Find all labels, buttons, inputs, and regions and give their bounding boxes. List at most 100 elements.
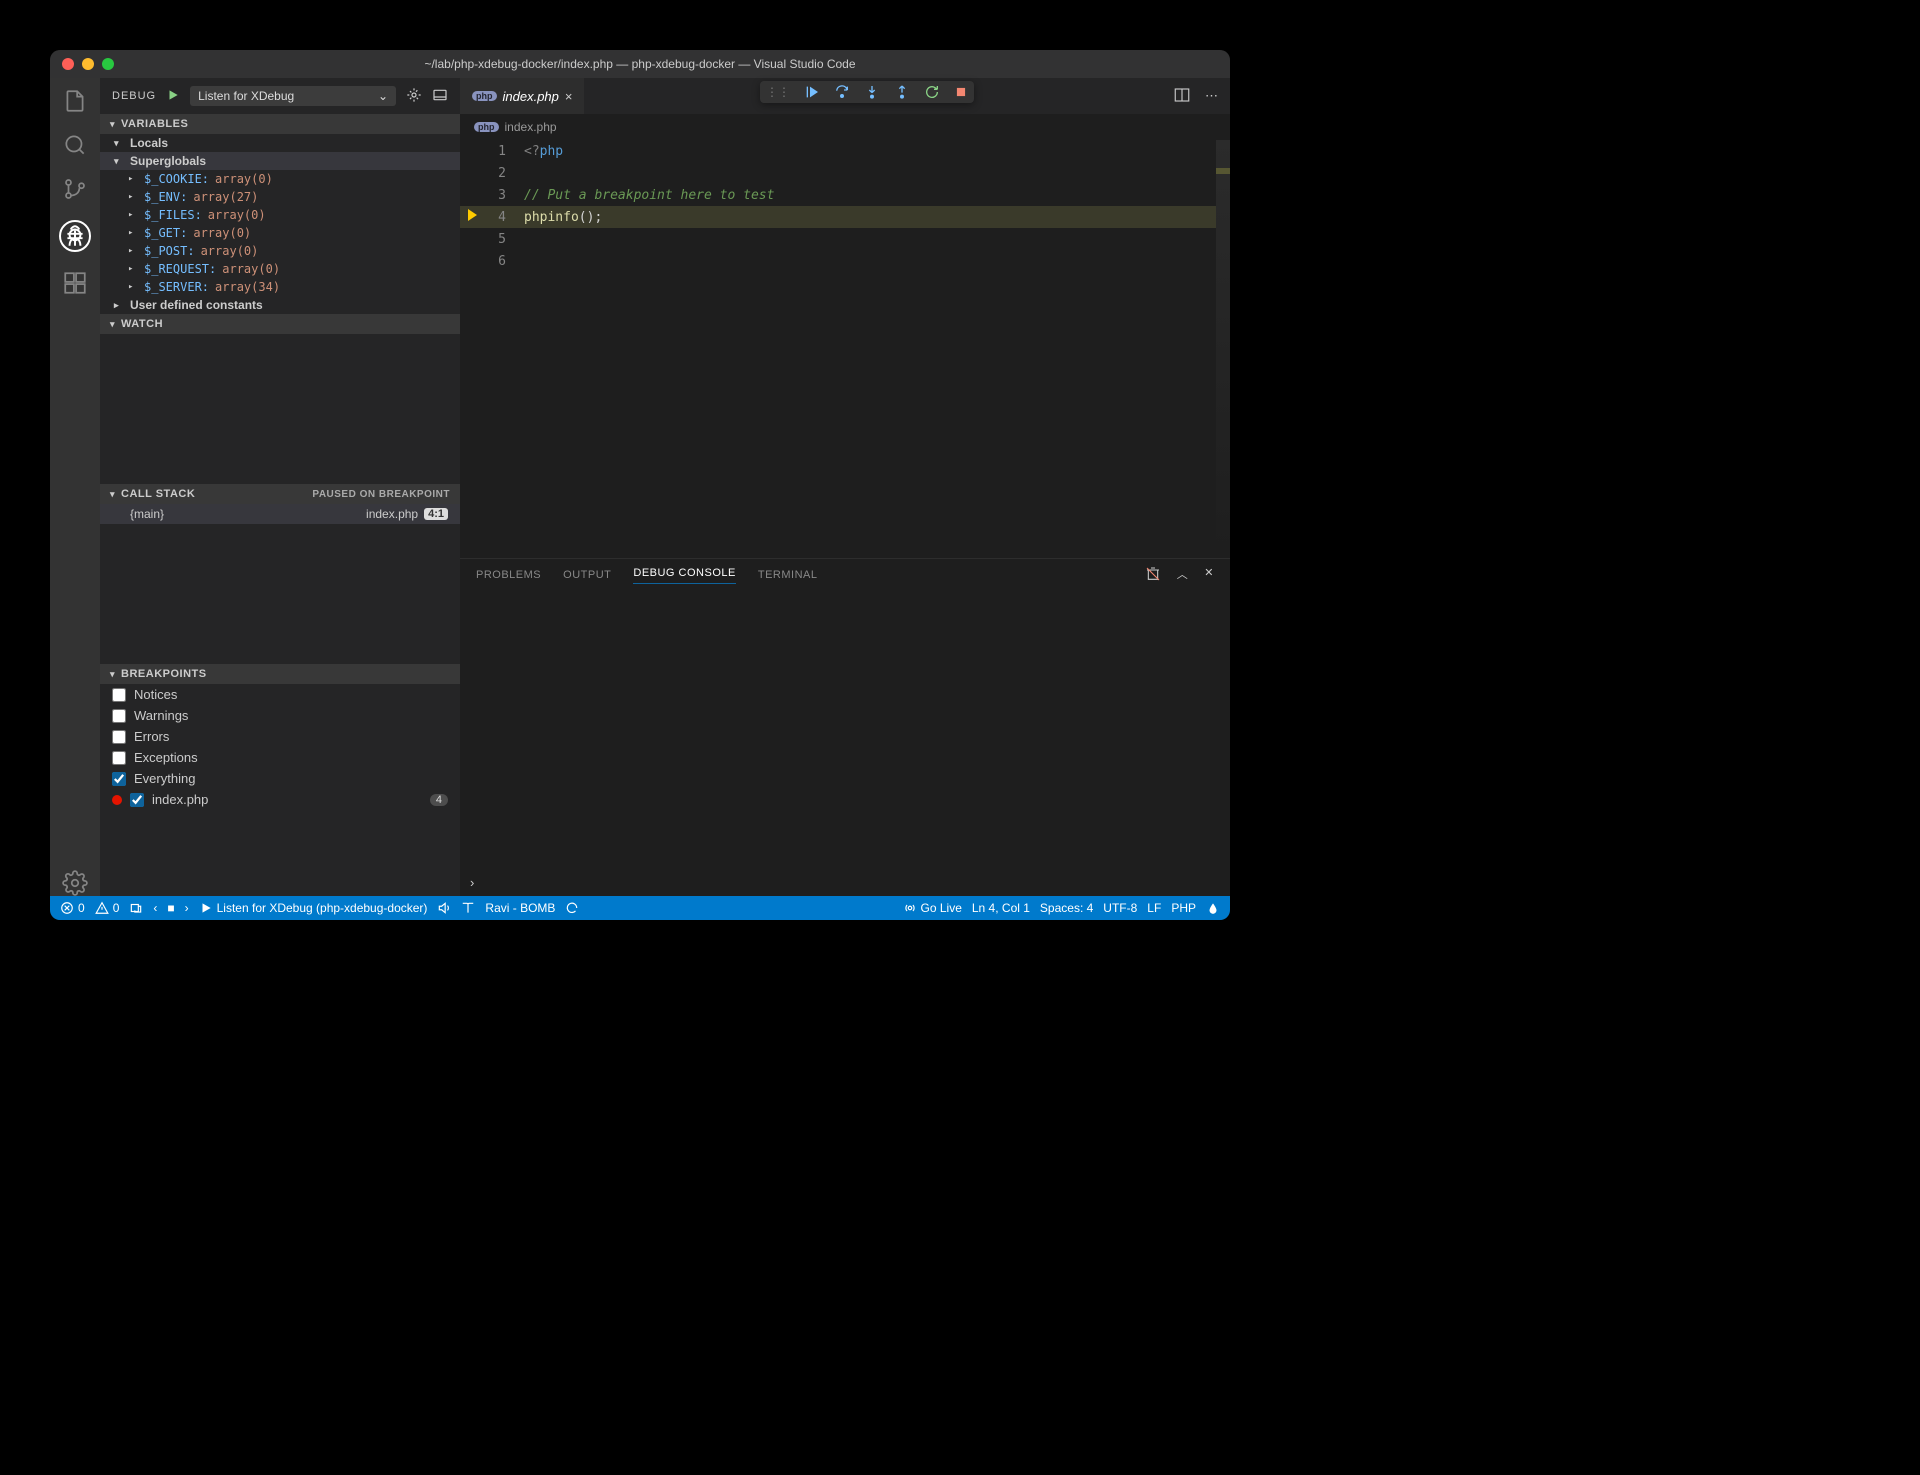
debug-settings-gear-icon[interactable] [406,87,422,106]
status-encoding[interactable]: UTF-8 [1103,901,1137,915]
status-eol[interactable]: LF [1147,901,1161,915]
variable-value: array(0) [215,172,273,186]
editor-actions: ⋯ [1173,78,1230,114]
more-actions-icon[interactable]: ⋯ [1205,88,1218,104]
breakpoint-category-row[interactable]: Notices [100,684,460,705]
variable-row[interactable]: ▸$_GET: array(0) [100,224,460,242]
drag-handle-icon[interactable]: ⋮⋮ [766,85,790,99]
variables-section-header[interactable]: ▾ VARIABLES [100,114,460,134]
split-editor-icon[interactable] [1173,86,1191,107]
callstack-area[interactable] [100,524,460,664]
status-debug-target-icon[interactable] [129,901,143,915]
breakpoint-checkbox[interactable] [112,688,126,702]
status-stop-icon[interactable]: ■ [167,901,174,915]
close-tab-icon[interactable]: × [565,89,573,104]
status-golive[interactable]: Go Live [903,901,962,915]
breakpoint-checkbox[interactable] [112,751,126,765]
variable-row[interactable]: ▸$_ENV: array(27) [100,188,460,206]
breakpoint-category-row[interactable]: Errors [100,726,460,747]
status-audio-icon[interactable] [437,901,451,915]
variable-value: array(0) [222,262,280,276]
stop-button[interactable] [954,85,968,99]
step-over-button[interactable] [834,84,850,100]
panel-tab-problems[interactable]: PROBLEMS [476,569,541,581]
step-into-button[interactable] [864,84,880,100]
breakpoint-category-row[interactable]: Everything [100,768,460,789]
status-language[interactable]: PHP [1171,901,1196,915]
debug-sidebar: DEBUG Listen for XDebug ⌄ ▾ VARIABLES [100,78,460,896]
status-indentation[interactable]: Spaces: 4 [1040,901,1093,915]
breakpoint-checkbox[interactable] [112,709,126,723]
php-badge-icon: php [472,91,497,101]
continue-button[interactable] [804,84,820,100]
breakpoints-section-header[interactable]: ▾ BREAKPOINTS [100,664,460,684]
user-constants-scope[interactable]: ▸ User defined constants [100,296,460,314]
panel-tab-output[interactable]: OUTPUT [563,569,611,581]
variable-row[interactable]: ▸$_COOKIE: array(0) [100,170,460,188]
chevron-down-icon: ▾ [110,319,115,330]
callstack-frame[interactable]: {main} index.php 4:1 [100,504,460,524]
status-cursor-position[interactable]: Ln 4, Col 1 [972,901,1030,915]
breakpoint-checkbox[interactable] [130,793,144,807]
breadcrumb-file: index.php [505,120,557,134]
settings-gear-icon[interactable] [62,870,88,896]
locals-scope[interactable]: ▾ Locals [100,134,460,152]
line-number: 1 [480,144,516,159]
watch-area[interactable] [100,334,460,484]
debug-console-toggle-icon[interactable] [432,87,448,106]
debug-config-dropdown[interactable]: Listen for XDebug ⌄ [190,86,396,106]
source-control-icon[interactable] [62,176,88,202]
status-errors[interactable]: 0 [60,901,85,915]
variables-tree: ▾ Locals ▾ Superglobals ▸$_COOKIE: array… [100,134,460,314]
step-out-button[interactable] [894,84,910,100]
panel-tab-terminal[interactable]: TERMINAL [758,569,818,581]
superglobals-scope[interactable]: ▾ Superglobals [100,152,460,170]
status-book-icon[interactable] [461,901,475,915]
callstack-status: PAUSED ON BREAKPOINT [312,489,450,500]
collapse-panel-icon[interactable]: ︿ [1177,566,1189,585]
extensions-icon[interactable] [62,270,88,296]
chevron-right-icon: ▸ [128,264,138,274]
chevron-right-icon: ▸ [128,210,138,220]
code-editor[interactable]: 1 <?php 2 3 // Put a breakpoint here to … [460,140,1230,558]
status-warnings[interactable]: 0 [95,901,120,915]
panel-tab-debug-console[interactable]: DEBUG CONSOLE [633,567,735,584]
chevron-down-icon: ▾ [110,669,115,680]
variable-row[interactable]: ▸$_FILES: array(0) [100,206,460,224]
minimap[interactable] [1216,140,1230,558]
variable-row[interactable]: ▸$_SERVER: array(34) [100,278,460,296]
line-number: 4 [480,210,516,225]
breakpoint-checkbox[interactable] [112,730,126,744]
search-icon[interactable] [62,132,88,158]
clear-console-icon[interactable] [1145,566,1161,585]
status-next-icon[interactable]: › [185,901,189,915]
line-number: 3 [480,188,516,203]
breakpoint-checkbox[interactable] [112,772,126,786]
close-panel-icon[interactable]: ✕ [1204,566,1214,585]
debug-icon[interactable] [59,220,91,252]
callstack-section-header[interactable]: ▾ CALL STACK PAUSED ON BREAKPOINT [100,484,460,504]
breakpoint-category-row[interactable]: Exceptions [100,747,460,768]
debug-toolbar[interactable]: ⋮⋮ [760,81,974,103]
variable-row[interactable]: ▸$_POST: array(0) [100,242,460,260]
status-prev-icon[interactable]: ‹ [153,901,157,915]
status-sync-icon[interactable] [565,901,579,915]
variable-name: $_SERVER: [144,280,209,294]
breakpoint-category-row[interactable]: Warnings [100,705,460,726]
breakpoint-file-row[interactable]: index.php 4 [100,789,460,810]
explorer-icon[interactable] [62,88,88,114]
breakpoint-category-label: Exceptions [134,750,198,765]
debug-console-body[interactable]: › [460,591,1230,896]
status-debug-session[interactable]: Listen for XDebug (php-xdebug-docker) [199,901,428,915]
breadcrumb[interactable]: php index.php [460,114,1230,140]
start-debug-button[interactable] [166,88,180,105]
restart-button[interactable] [924,84,940,100]
status-user[interactable]: Ravi - BOMB [485,901,555,915]
watch-section-header[interactable]: ▾ WATCH [100,314,460,334]
editor-tab-active[interactable]: php index.php × [460,78,585,114]
chevron-right-icon: ▸ [128,228,138,238]
status-feedback-icon[interactable] [1206,901,1220,915]
variable-row[interactable]: ▸$_REQUEST: array(0) [100,260,460,278]
chevron-down-icon: ▾ [110,119,115,130]
variable-value: array(34) [215,280,280,294]
